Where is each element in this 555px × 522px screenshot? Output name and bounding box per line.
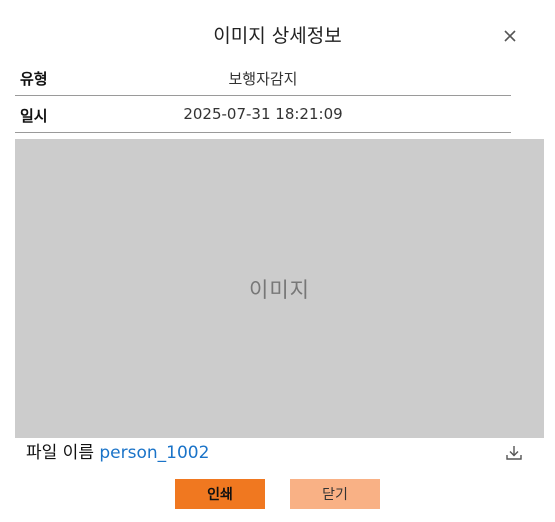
close-icon[interactable] — [500, 26, 520, 46]
file-name-row: 파일 이름 person_1002 — [26, 441, 209, 465]
info-row-datetime: 일시 2025-07-31 18:21:09 — [15, 97, 511, 133]
datetime-value: 2025-07-31 18:21:09 — [183, 105, 343, 123]
close-button[interactable]: 닫기 — [290, 479, 380, 509]
image-preview: 이미지 — [15, 139, 544, 438]
print-button[interactable]: 인쇄 — [175, 479, 265, 509]
image-placeholder-text: 이미지 — [249, 277, 310, 302]
info-row-type: 유형 보행자감지 — [15, 60, 511, 96]
download-icon[interactable] — [505, 444, 523, 462]
file-name-label: 파일 이름 — [26, 443, 94, 463]
image-detail-dialog: 이미지 상세정보 유형 보행자감지 일시 2025-07-31 18:21:09… — [0, 0, 555, 522]
dialog-title: 이미지 상세정보 — [213, 25, 342, 47]
type-value: 보행자감지 — [228, 70, 298, 88]
file-name-link[interactable]: person_1002 — [99, 443, 209, 463]
